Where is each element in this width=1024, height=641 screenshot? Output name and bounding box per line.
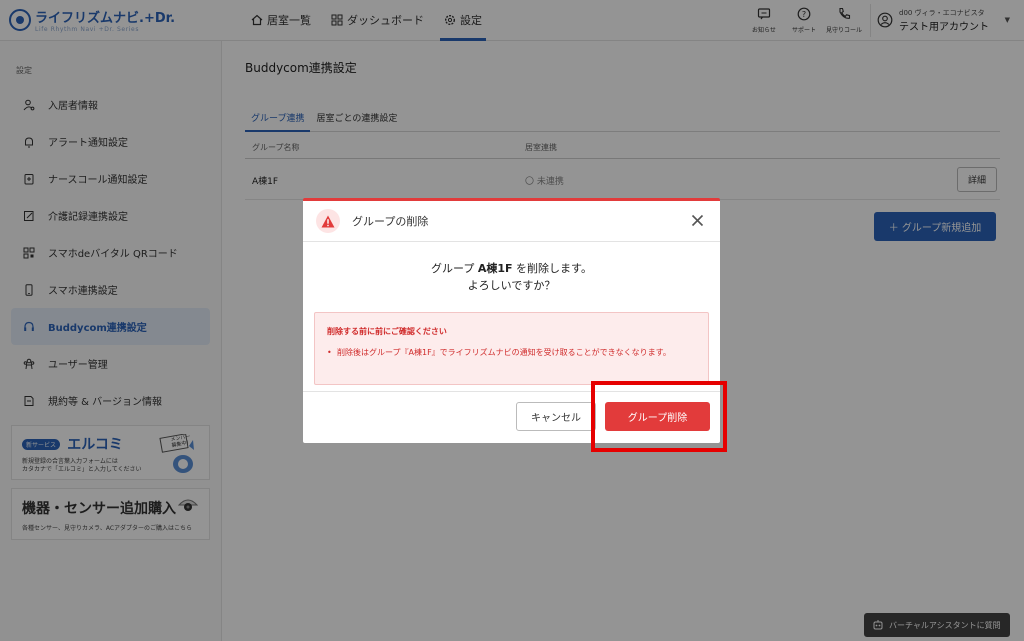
close-icon[interactable]: [691, 214, 704, 227]
message-prefix: グループ: [431, 262, 478, 275]
dialog-confirm-question: よろしいですか？: [467, 279, 556, 292]
alert-message: 削除後はグループ『A棟1F』でライフリズムナビの通知を受け取ることができなくなり…: [327, 346, 696, 359]
dialog-message: グループ A棟1F を削除します。: [303, 260, 720, 277]
message-suffix: を削除します。: [512, 262, 592, 275]
highlight-annotation: [591, 381, 727, 452]
warning-alert: 削除する前に前にご確認ください 削除後はグループ『A棟1F』でライフリズムナビの…: [314, 312, 709, 385]
dialog-header: グループの削除: [303, 201, 720, 242]
cancel-button[interactable]: キャンセル: [516, 402, 596, 431]
dialog-title: グループの削除: [352, 215, 429, 228]
warning-icon: [321, 215, 335, 227]
message-group-name: A棟1F: [477, 262, 513, 275]
alert-title: 削除する前に前にご確認ください: [327, 327, 447, 336]
dialog-body: グループ A棟1F を削除します。 よろしいですか？ 削除する前に前にご確認くだ…: [303, 242, 720, 385]
warning-icon-wrap: [316, 209, 340, 233]
